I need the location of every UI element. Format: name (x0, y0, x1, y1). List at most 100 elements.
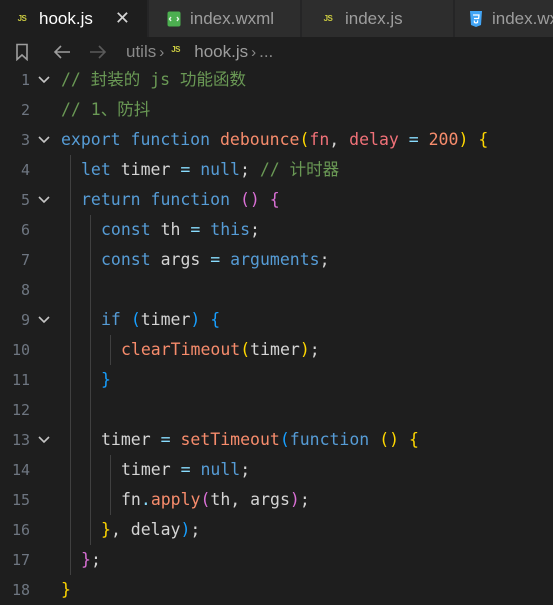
code-line[interactable]: 6 const th = this; (0, 215, 553, 245)
code-token: const (101, 220, 151, 239)
chevron-right-icon: › (159, 43, 165, 61)
line-number: 4 (20, 161, 30, 179)
code-line[interactable]: 7 const args = arguments; (0, 245, 553, 275)
breadcrumb-file[interactable]: hook.js (194, 42, 248, 62)
code-token: function (289, 430, 370, 449)
close-icon[interactable]: ✕ (115, 8, 130, 29)
code-line[interactable]: 16}, delay); (0, 515, 553, 545)
code-token: ( (279, 430, 290, 449)
code-token: timer (110, 160, 181, 179)
code-token: { (269, 190, 280, 209)
code-token: } (101, 520, 111, 539)
tab-hook-js[interactable]: JS hook.js ✕ (0, 0, 148, 37)
tab-index-wxss[interactable]: index.wxss (455, 0, 553, 37)
line-number: 7 (20, 251, 30, 269)
code-token: arguments (230, 250, 320, 269)
code-token: ; (319, 250, 330, 269)
code-line[interactable]: 8 (0, 275, 553, 305)
code-token: export (61, 130, 121, 149)
line-number: 14 (11, 461, 30, 479)
indent-guide (90, 455, 91, 485)
code-line[interactable]: 1 // 封装的 js 功能函数 (0, 65, 553, 95)
indent-guide (90, 395, 91, 425)
code-line[interactable]: 18} (0, 575, 553, 605)
line-number: 2 (20, 101, 30, 119)
back-arrow-icon[interactable] (50, 40, 74, 64)
code-text: let timer = null; // 计时器 (81, 155, 339, 185)
code-text: }, delay); (101, 515, 200, 545)
indent-guide (70, 335, 71, 365)
code-text: // 封装的 js 功能函数 (61, 65, 246, 95)
code-token: null (200, 160, 240, 179)
fold-chevron-down-icon[interactable] (36, 132, 52, 148)
code-token: ; (309, 340, 320, 359)
code-token: . (140, 490, 151, 509)
code-line[interactable]: 14 timer = null; (0, 455, 553, 485)
code-token: timer (121, 460, 181, 479)
forward-arrow-icon[interactable] (86, 40, 110, 64)
tab-index-wxml[interactable]: index.wxml (149, 0, 301, 37)
code-token: // 1、防抖 (61, 100, 151, 119)
breadcrumb: utils › JS hook.js › ... (0, 37, 553, 67)
fold-chevron-down-icon[interactable] (36, 432, 52, 448)
code-line[interactable]: 11} (0, 365, 553, 395)
line-number: 5 (20, 191, 30, 209)
code-token: { (478, 130, 489, 149)
chevron-right-icon: › (251, 43, 257, 61)
code-line[interactable]: 12 (0, 395, 553, 425)
indent-guide (90, 215, 91, 245)
line-number: 18 (11, 581, 30, 599)
wxml-file-icon (167, 11, 181, 27)
indent-guide (70, 275, 71, 305)
indent-guide (70, 215, 71, 245)
indent-guide (70, 185, 71, 215)
code-token: ; (239, 160, 260, 179)
code-token: this (210, 220, 251, 239)
line-number: 12 (11, 401, 30, 419)
code-token: () (239, 190, 260, 209)
code-line[interactable]: 4 let timer = null; // 计时器 (0, 155, 553, 185)
code-token: th (150, 220, 191, 239)
fold-chevron-down-icon[interactable] (36, 312, 52, 328)
code-text: const args = arguments; (101, 245, 330, 275)
bookmark-icon[interactable] (10, 40, 34, 64)
js-file-icon: JS (17, 14, 27, 23)
code-line[interactable]: 3 export function debounce(fn, delay = 20… (0, 125, 553, 155)
code-text: return function () { (81, 185, 280, 215)
code-line[interactable]: 5 return function () { (0, 185, 553, 215)
js-file-icon: JS (171, 45, 181, 54)
code-token: const (101, 250, 151, 269)
breadcrumb-folder[interactable]: utils (126, 42, 156, 62)
code-token: timer (140, 310, 191, 329)
code-token: if (101, 310, 121, 329)
line-number: 3 (20, 131, 30, 149)
code-line[interactable]: 2 // 1、防抖 (0, 95, 553, 125)
code-token: () (379, 430, 400, 449)
code-token: ; (240, 460, 251, 479)
code-token: ( (240, 340, 251, 359)
code-token: // 计时器 (259, 160, 340, 179)
fold-chevron-down-icon[interactable] (36, 192, 52, 208)
code-token: ) (289, 490, 300, 509)
indent-guide (70, 365, 71, 395)
tab-label: index.js (345, 8, 403, 28)
tab-index-js[interactable]: JS index.js (302, 0, 454, 37)
line-number: 6 (20, 221, 30, 239)
code-token: clearTimeout (121, 340, 241, 359)
breadcrumb-more[interactable]: ... (259, 42, 273, 62)
code-line[interactable]: 9 if (timer) { (0, 305, 553, 335)
code-token: } (101, 370, 111, 389)
code-line[interactable]: 15 fn.apply(th, args); (0, 485, 553, 515)
code-line[interactable]: 10 clearTimeout(timer); (0, 335, 553, 365)
code-token: ; (90, 550, 101, 569)
code-line[interactable]: 13 timer = setTimeout(function () { (0, 425, 553, 455)
code-token: = (408, 130, 419, 149)
fold-chevron-down-icon[interactable] (36, 72, 52, 88)
indent-guide (70, 545, 71, 575)
code-line[interactable]: 17}; (0, 545, 553, 575)
code-token: { (210, 310, 221, 329)
